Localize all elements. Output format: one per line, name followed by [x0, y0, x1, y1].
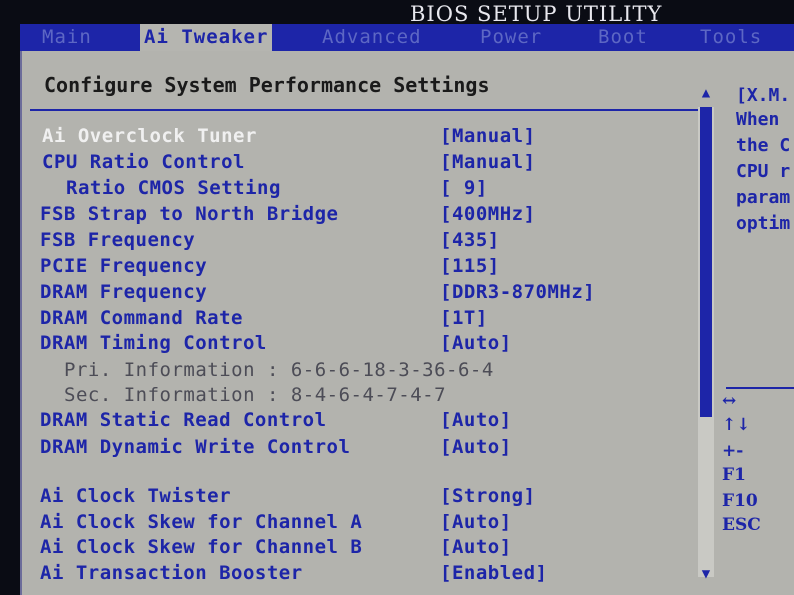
menu-bar: Main Ai Tweaker Advanced Power Boot Tool…	[20, 24, 794, 51]
exit-key-label: ESC	[722, 515, 761, 535]
setting-clock-skew-a[interactable]: Ai Clock Skew for Channel A [Auto]	[22, 511, 682, 537]
change-option-key-icon: +-	[722, 441, 744, 461]
info-secondary-timing: Sec. Information : 8-4-6-4-7-4-7	[22, 384, 682, 410]
setting-dram-command-rate[interactable]: DRAM Command Rate [1T]	[22, 307, 682, 333]
setting-value[interactable]: [115]	[440, 255, 500, 277]
setting-dram-static-read[interactable]: DRAM Static Read Control [Auto]	[22, 409, 682, 435]
help-divider	[726, 387, 794, 389]
tab-ai-tweaker[interactable]: Ai Tweaker	[140, 24, 273, 51]
help-line: [X.M.	[736, 85, 791, 106]
tab-power[interactable]: Power	[480, 24, 542, 51]
setting-ai-overclock-tuner[interactable]: Ai Overclock Tuner [Manual]	[22, 125, 682, 151]
help-panel: [X.M. When the C CPU r param optim ↔ ↑↓ …	[722, 51, 794, 595]
heading-divider	[30, 109, 700, 111]
save-exit-key-label: F10	[722, 491, 758, 511]
setting-pcie-frequency[interactable]: PCIE Frequency [115]	[22, 255, 682, 281]
setting-label: FSB Frequency	[40, 229, 196, 251]
scroll-down-icon[interactable]: ▼	[698, 566, 714, 582]
help-line: CPU r	[736, 161, 791, 182]
setting-label: Ai Clock Skew for Channel B	[40, 536, 363, 558]
scrollbar-thumb[interactable]	[700, 107, 712, 417]
settings-panel: Configure System Performance Settings ▲ …	[20, 51, 722, 595]
info-primary-timing: Pri. Information : 6-6-6-18-3-36-6-4	[22, 359, 682, 385]
setting-cpu-ratio-control[interactable]: CPU Ratio Control [Manual]	[22, 151, 682, 177]
setting-value[interactable]: [Auto]	[440, 436, 512, 458]
setting-label: Ai Transaction Booster	[40, 562, 303, 584]
tab-boot[interactable]: Boot	[598, 24, 648, 51]
setting-ratio-cmos[interactable]: Ratio CMOS Setting [ 9]	[22, 177, 682, 203]
info-text: Pri. Information : 6-6-6-18-3-36-6-4	[64, 359, 494, 381]
setting-label: PCIE Frequency	[40, 255, 208, 277]
select-screen-key-icon: ↔	[722, 391, 737, 411]
setting-value[interactable]: [DDR3-870MHz]	[440, 281, 595, 303]
setting-value[interactable]: [435]	[440, 229, 500, 251]
setting-value[interactable]: [1T]	[440, 307, 488, 329]
help-key-label: F1	[722, 465, 746, 485]
help-line: optim	[736, 213, 791, 234]
setting-value[interactable]: [Manual]	[440, 125, 536, 147]
setting-value[interactable]: [ 9]	[440, 177, 488, 199]
setting-value[interactable]: [Auto]	[440, 536, 512, 558]
setting-label: DRAM Frequency	[40, 281, 208, 303]
setting-label: CPU Ratio Control	[42, 151, 245, 173]
setting-dram-frequency[interactable]: DRAM Frequency [DDR3-870MHz]	[22, 281, 682, 307]
setting-dram-timing-control[interactable]: DRAM Timing Control [Auto]	[22, 332, 682, 358]
setting-label: DRAM Timing Control	[40, 332, 267, 354]
setting-fsb-strap[interactable]: FSB Strap to North Bridge [400MHz]	[22, 203, 682, 229]
setting-clock-skew-b[interactable]: Ai Clock Skew for Channel B [Auto]	[22, 536, 682, 562]
scroll-up-icon[interactable]: ▲	[698, 85, 714, 101]
setting-label: Ai Clock Skew for Channel A	[40, 511, 363, 533]
tab-advanced[interactable]: Advanced	[322, 24, 422, 51]
setting-label: Ai Overclock Tuner	[42, 125, 257, 147]
tab-main[interactable]: Main	[42, 24, 92, 51]
setting-label: Ai Clock Twister	[40, 485, 232, 507]
info-text: Sec. Information : 8-4-6-4-7-4-7	[64, 384, 447, 406]
help-line: When	[736, 109, 780, 130]
setting-label: Ratio CMOS Setting	[66, 177, 281, 199]
setting-fsb-frequency[interactable]: FSB Frequency [435]	[22, 229, 682, 255]
select-item-key-icon: ↑↓	[722, 415, 751, 435]
setting-ai-clock-twister[interactable]: Ai Clock Twister [Strong]	[22, 485, 682, 511]
setting-label: DRAM Command Rate	[40, 307, 243, 329]
setting-value[interactable]: [Enabled]	[440, 562, 547, 584]
setting-value[interactable]: [Manual]	[440, 151, 536, 173]
setting-ai-transaction-booster[interactable]: Ai Transaction Booster [Enabled]	[22, 562, 682, 588]
setting-label: DRAM Static Read Control	[40, 409, 327, 431]
setting-dram-dynamic-write[interactable]: DRAM Dynamic Write Control [Auto]	[22, 436, 682, 462]
setting-value[interactable]: [Auto]	[440, 409, 512, 431]
setting-value[interactable]: [Strong]	[440, 485, 536, 507]
setting-value[interactable]: [Auto]	[440, 332, 512, 354]
setting-label: FSB Strap to North Bridge	[40, 203, 339, 225]
panel-heading: Configure System Performance Settings	[44, 73, 490, 97]
help-line: the C	[736, 135, 791, 156]
setting-label: DRAM Dynamic Write Control	[40, 436, 351, 458]
help-line: param	[736, 187, 791, 208]
setting-value[interactable]: [400MHz]	[440, 203, 536, 225]
tab-tools[interactable]: Tools	[700, 24, 762, 51]
setting-value[interactable]: [Auto]	[440, 511, 512, 533]
